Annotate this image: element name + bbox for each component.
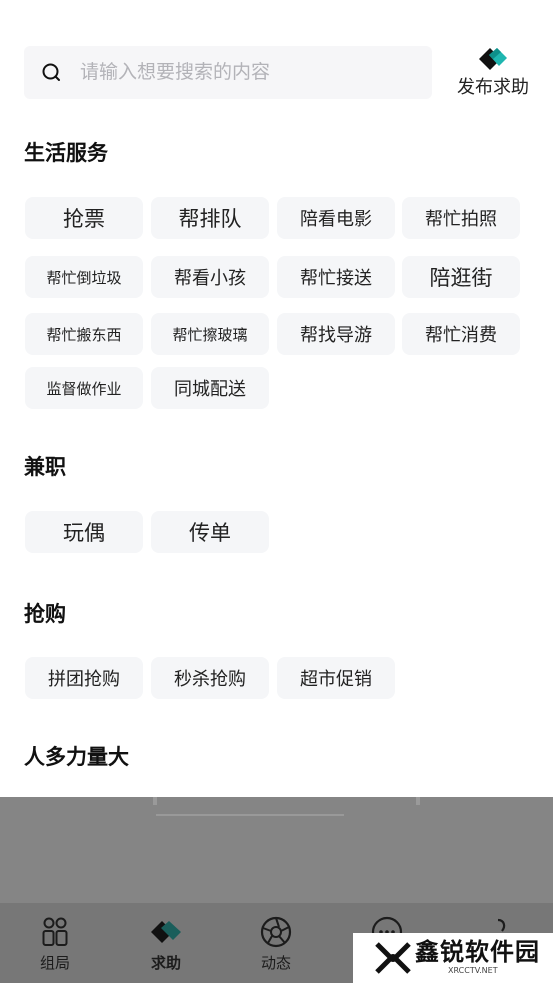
- chip-movie[interactable]: 陪看电影: [277, 197, 395, 239]
- section-title-crowd: 人多力量大: [24, 745, 129, 769]
- banner-decoration: [416, 797, 420, 805]
- aperture-icon: [260, 916, 292, 948]
- chip-guide[interactable]: 帮找导游: [277, 313, 395, 355]
- tab-group-label: 组局: [39, 954, 70, 972]
- tab-help[interactable]: 求助: [111, 903, 221, 983]
- chip-pickup[interactable]: 帮忙接送: [277, 256, 395, 298]
- tab-feed[interactable]: 动态: [221, 903, 331, 983]
- watermark-subtext: XRCCTV.NET: [448, 966, 498, 975]
- chip-supermarket[interactable]: 超市促销: [277, 657, 395, 699]
- chip-flyer[interactable]: 传单: [151, 511, 269, 553]
- chip-mascot[interactable]: 玩偶: [25, 511, 143, 553]
- handshake-icon: [479, 48, 507, 70]
- chip-shopping[interactable]: 陪逛街: [402, 256, 520, 298]
- chip-babysit[interactable]: 帮看小孩: [151, 256, 269, 298]
- publish-help-label: 发布求助: [457, 77, 529, 98]
- tab-feed-label: 动态: [260, 954, 291, 972]
- tab-help-label: 求助: [150, 954, 181, 972]
- chip-moving[interactable]: 帮忙搬东西: [25, 313, 143, 355]
- section-title-rush: 抢购: [24, 602, 66, 626]
- watermark-text: 鑫锐软件园: [415, 938, 540, 966]
- chip-window[interactable]: 帮忙擦玻璃: [151, 313, 269, 355]
- chip-flash-sale[interactable]: 秒杀抢购: [151, 657, 269, 699]
- chip-homework[interactable]: 监督做作业: [25, 367, 143, 409]
- chip-group-buy[interactable]: 拼团抢购: [25, 657, 143, 699]
- chip-photo[interactable]: 帮忙拍照: [402, 197, 520, 239]
- chip-trash[interactable]: 帮忙倒垃圾: [25, 256, 143, 298]
- watermark-logo-icon: [375, 942, 411, 974]
- publish-help-button[interactable]: 发布求助: [452, 44, 534, 102]
- section-title-life: 生活服务: [24, 141, 108, 165]
- chip-consume[interactable]: 帮忙消费: [402, 313, 520, 355]
- tab-group[interactable]: 组局: [0, 903, 110, 983]
- dimmed-banner: [0, 797, 553, 903]
- search-bar[interactable]: 请输入想要搜索的内容: [24, 46, 432, 99]
- banner-decoration: [156, 800, 344, 816]
- search-input[interactable]: 请输入想要搜索的内容: [80, 60, 270, 85]
- handshake-icon: [151, 921, 181, 943]
- chip-delivery[interactable]: 同城配送: [151, 367, 269, 409]
- group-icon: [42, 917, 68, 946]
- watermark: 鑫锐软件园 XRCCTV.NET: [353, 933, 553, 983]
- chip-queue[interactable]: 帮排队: [151, 197, 269, 239]
- section-title-parttime: 兼职: [24, 455, 66, 479]
- search-icon: [42, 63, 60, 81]
- chip-grab-ticket[interactable]: 抢票: [25, 197, 143, 239]
